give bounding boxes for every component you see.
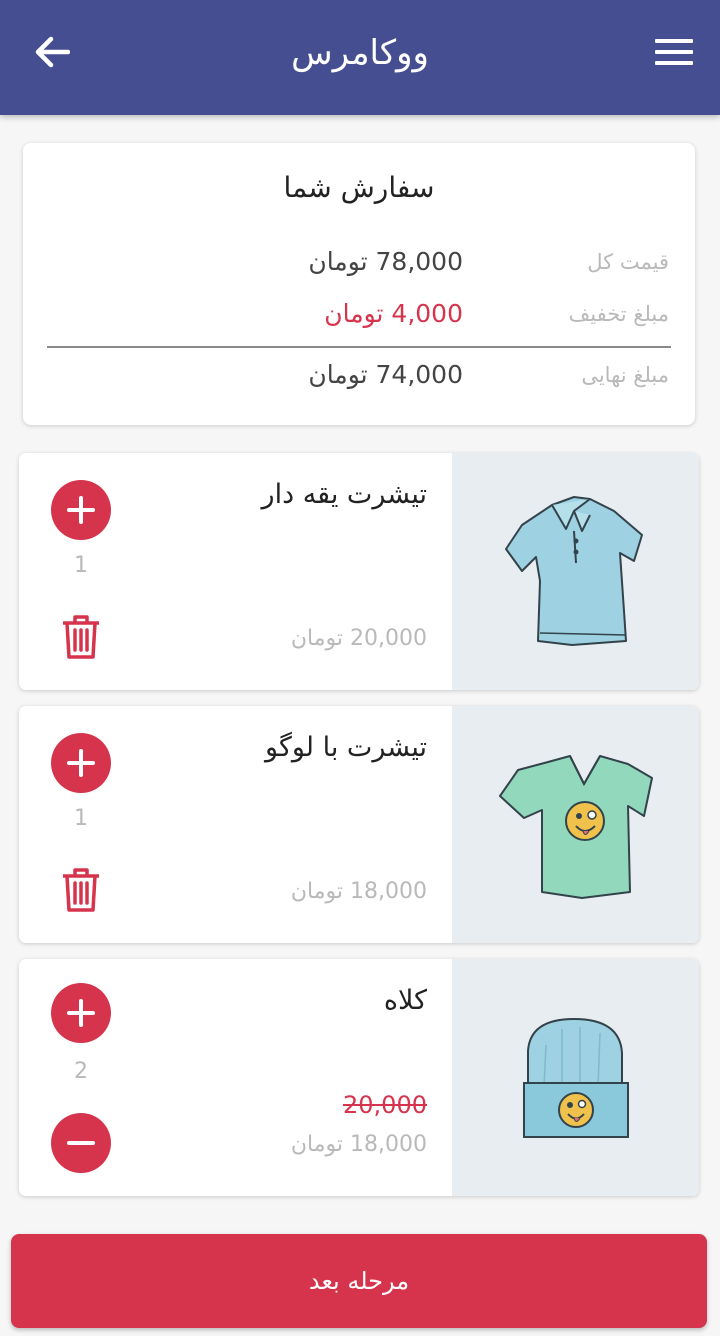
summary-value-total: 78,000 تومان: [308, 247, 463, 276]
app-bar: ووکامرس: [0, 0, 720, 115]
product-price: 18,000 تومان: [290, 1132, 427, 1157]
increase-quantity-button[interactable]: [51, 480, 111, 540]
polo-shirt-icon: [505, 496, 643, 646]
plus-icon: [67, 496, 95, 524]
back-arrow-icon[interactable]: [28, 30, 76, 74]
summary-row-total: قیمت کل 78,000 تومان: [23, 242, 695, 282]
order-summary-title: سفارش شما: [283, 171, 435, 204]
app-title: ووکامرس: [291, 33, 429, 73]
product-image: [452, 959, 699, 1196]
trash-icon[interactable]: [60, 866, 102, 914]
increase-quantity-button[interactable]: [51, 983, 111, 1043]
product-image: [452, 706, 699, 943]
beanie-icon: [523, 1018, 629, 1138]
product-old-price: 20,000: [343, 1091, 427, 1119]
plus-icon: [67, 749, 95, 777]
next-step-button[interactable]: مرحله بعد: [11, 1234, 707, 1328]
minus-icon: [67, 1141, 95, 1145]
product-price: 18,000 تومان: [290, 879, 427, 904]
cart-item: تیشرت یقه دار 20,000 تومان 1: [19, 453, 699, 690]
quantity-value: 1: [74, 806, 88, 831]
summary-row-final: مبلغ نهایی 74,000 تومان: [23, 355, 695, 395]
summary-value-final: 74,000 تومان: [308, 360, 463, 389]
summary-label-total: قیمت کل: [587, 250, 669, 274]
cart-item: کلاه 20,000 18,000 تومان 2: [19, 959, 699, 1196]
trash-icon[interactable]: [60, 613, 102, 661]
cart-item: تیشرت با لوگو 18,000 تومان 1: [19, 706, 699, 943]
product-name: تیشرت یقه دار: [261, 479, 427, 510]
product-image: [452, 453, 699, 690]
product-price: 20,000 تومان: [290, 626, 427, 651]
product-name: تیشرت با لوگو: [265, 732, 427, 763]
quantity-value: 2: [74, 1059, 88, 1084]
logo-tshirt-icon: [499, 755, 653, 899]
order-summary-card: سفارش شما قیمت کل 78,000 تومان مبلغ تخفی…: [23, 143, 695, 425]
decrease-quantity-button[interactable]: [51, 1113, 111, 1173]
summary-label-final: مبلغ نهایی: [581, 363, 669, 387]
increase-quantity-button[interactable]: [51, 733, 111, 793]
summary-label-discount: مبلغ تخفیف: [568, 302, 670, 326]
quantity-value: 1: [74, 553, 88, 578]
product-name: کلاه: [383, 985, 427, 1016]
hamburger-menu-icon[interactable]: [650, 30, 698, 74]
summary-value-discount: 4,000 تومان: [324, 299, 463, 328]
summary-row-discount: مبلغ تخفیف 4,000 تومان: [23, 294, 695, 334]
plus-icon: [67, 999, 95, 1027]
summary-divider: [47, 346, 671, 348]
